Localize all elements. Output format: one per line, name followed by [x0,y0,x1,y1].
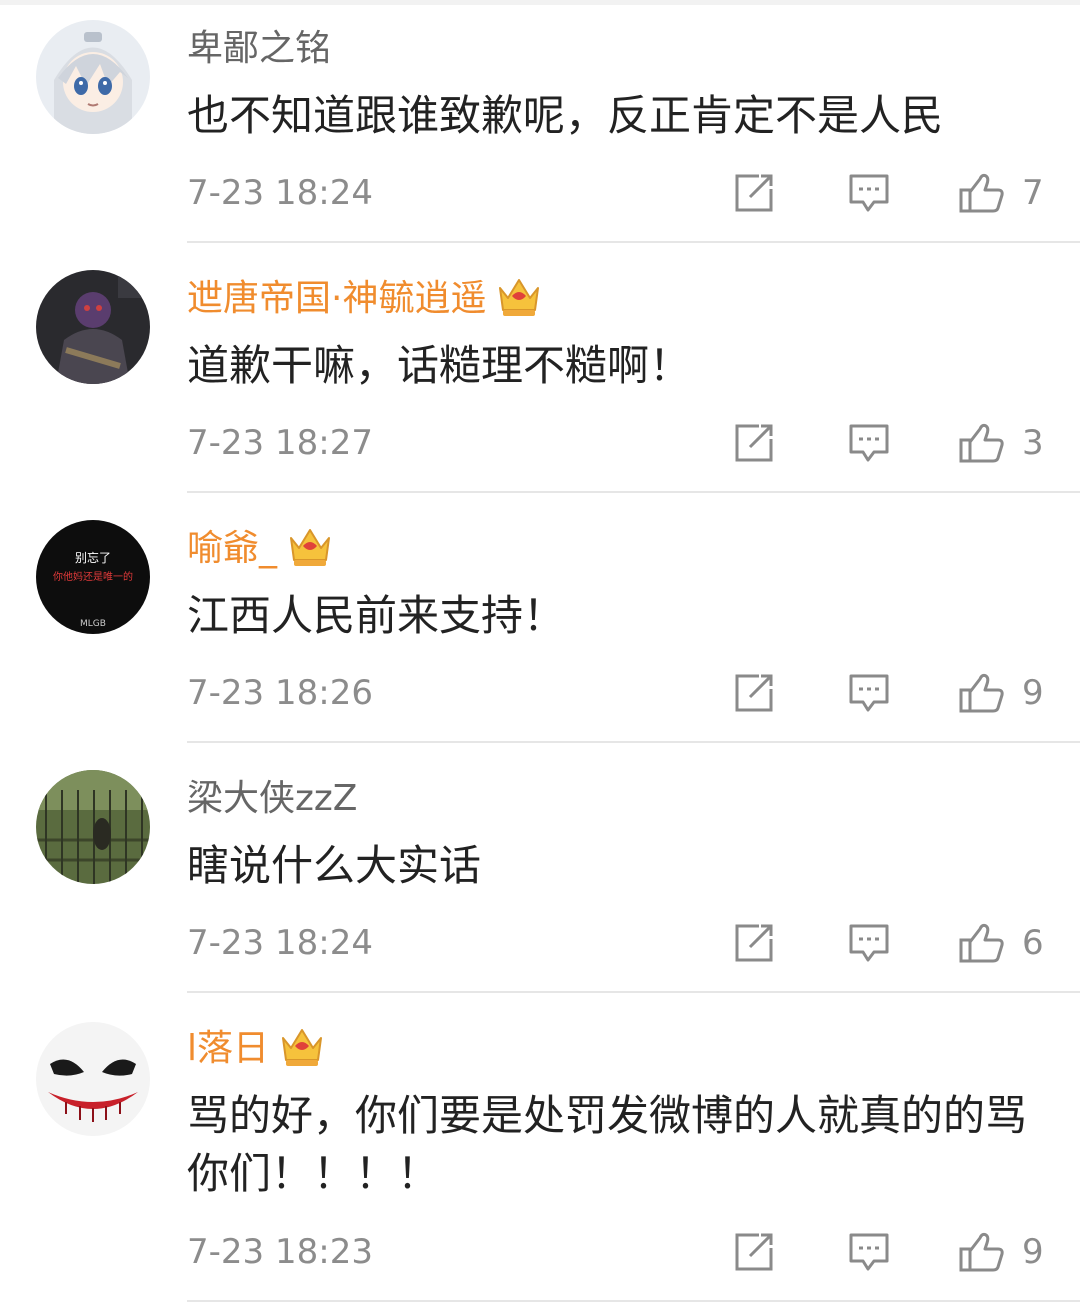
like-count: 9 [1022,1232,1044,1272]
avatar[interactable] [36,770,150,884]
like-button[interactable] [958,173,1006,213]
divider [187,241,1080,243]
divider [187,491,1080,493]
avatar[interactable] [36,270,150,384]
username-text: 迣唐帝国·神毓逍遥 [187,278,487,319]
timestamp: 7-23 18:23 [187,1232,373,1272]
like-count: 6 [1022,923,1044,963]
share-icon [735,174,773,212]
share-button[interactable] [733,423,775,463]
username[interactable]: 梁大侠zzZ [187,777,357,821]
comment-icon [849,924,889,962]
like-icon [959,423,1004,463]
comment-meta: 7-23 18:27 3 [0,421,1080,465]
comment-meta: 7-23 18:26 9 [0,671,1080,715]
username[interactable]: 迣唐帝国·神毓逍遥 [187,277,542,322]
timestamp: 7-23 18:26 [187,673,373,713]
divider [187,741,1080,743]
comment-text: 江西人民前来支持！ [187,591,566,640]
like-count: 7 [1022,173,1044,213]
comment-text: 道歉干嘛，话糙理不糙啊！ [187,341,692,390]
crown-icon [496,274,542,318]
reply-button[interactable] [848,173,890,213]
timestamp: 7-23 18:24 [187,173,373,213]
like-icon [959,173,1004,213]
reply-button[interactable] [848,923,890,963]
like-button[interactable] [958,423,1006,463]
comment-meta: 7-23 18:24 7 [0,171,1080,215]
reply-button[interactable] [848,673,890,713]
username[interactable]: l落日 [187,1027,325,1072]
avatar-text-3: MLGB [80,619,106,629]
avatar[interactable] [36,20,150,134]
username-text: l落日 [187,1028,270,1069]
divider [187,1300,1080,1302]
comment-meta: 7-23 18:24 6 [0,921,1080,965]
reply-button[interactable] [848,423,890,463]
username[interactable]: 卑鄙之铭 [187,27,331,71]
like-icon [959,673,1004,713]
comment-icon [849,174,889,212]
like-button[interactable] [958,923,1006,963]
share-icon [735,424,773,462]
share-button[interactable] [733,923,775,963]
divider [187,991,1080,993]
like-icon [959,1232,1004,1272]
crown-icon [279,1024,325,1068]
share-icon [735,1233,773,1271]
like-count: 3 [1022,423,1044,463]
avatar-image [36,20,150,134]
avatar-image [36,270,150,384]
top-divider [0,0,1080,5]
share-button[interactable] [733,173,775,213]
like-icon [959,923,1004,963]
comment-icon [849,1233,889,1271]
like-count: 9 [1022,673,1044,713]
comment-meta: 7-23 18:23 9 [0,1230,1080,1274]
avatar-text-1: 别忘了 [75,550,111,565]
timestamp: 7-23 18:24 [187,923,373,963]
comment-text: 瞎说什么大实话 [187,841,482,890]
comment-icon [849,674,889,712]
avatar[interactable] [36,1022,150,1136]
comment-text: 也不知道跟谁致歉呢，反正肯定不是人民 [187,91,944,140]
comment-text: 骂的好，你们要是处罚发微博的人就真的的骂你们！！！！ [187,1091,1028,1198]
like-button[interactable] [958,673,1006,713]
username[interactable]: 喻爺_ [187,527,333,572]
username-text: 喻爺_ [187,528,278,569]
like-button[interactable] [958,1232,1006,1272]
timestamp: 7-23 18:27 [187,423,373,463]
reply-button[interactable] [848,1232,890,1272]
share-icon [735,674,773,712]
share-button[interactable] [733,673,775,713]
avatar-image [36,770,150,884]
avatar[interactable]: 别忘了 你他妈还是唯一的 MLGB [36,520,150,634]
avatar-image [36,1022,150,1136]
share-button[interactable] [733,1232,775,1272]
avatar-image: 别忘了 你他妈还是唯一的 MLGB [36,520,150,634]
crown-icon [287,524,333,568]
comment-icon [849,424,889,462]
share-icon [735,924,773,962]
avatar-text-2: 你他妈还是唯一的 [53,570,133,583]
